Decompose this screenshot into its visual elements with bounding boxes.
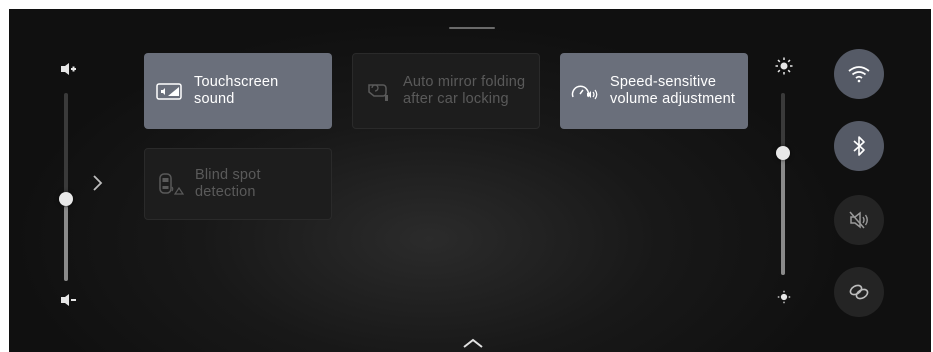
wifi-icon bbox=[848, 66, 870, 83]
volume-slider-thumb[interactable] bbox=[59, 192, 73, 206]
brightness-down-icon[interactable] bbox=[777, 290, 791, 304]
tile-speed-sensitive-volume[interactable]: Speed-sensitive volume adjustment bbox=[560, 53, 748, 129]
chevron-up-icon[interactable] bbox=[461, 337, 485, 349]
touchscreen-sound-icon bbox=[156, 83, 182, 100]
tile-blind-spot-detection[interactable]: Blind spot detection bbox=[144, 148, 332, 220]
speaker-mute-icon bbox=[849, 211, 868, 229]
brightness-slider-track[interactable] bbox=[781, 93, 785, 275]
drag-handle[interactable] bbox=[449, 27, 495, 29]
volume-slider-fill bbox=[64, 206, 68, 281]
control-panel: Touchscreen sound Auto mirror folding af… bbox=[9, 9, 931, 352]
link-button[interactable] bbox=[834, 267, 884, 317]
link-icon bbox=[849, 284, 869, 300]
brightness-slider-thumb[interactable] bbox=[776, 146, 790, 160]
blind-spot-icon bbox=[159, 173, 185, 195]
volume-slider-track[interactable] bbox=[64, 93, 68, 281]
tile-auto-mirror-folding[interactable]: Auto mirror folding after car locking bbox=[352, 53, 540, 129]
tile-label: Auto mirror folding after car locking bbox=[403, 74, 526, 107]
brightness-slider-fill bbox=[781, 153, 785, 275]
volume-up-icon[interactable] bbox=[60, 62, 76, 76]
speed-volume-icon bbox=[571, 85, 598, 100]
mirror-fold-icon bbox=[368, 84, 388, 101]
volume-down-icon[interactable] bbox=[60, 293, 76, 307]
brightness-up-icon[interactable] bbox=[775, 57, 793, 75]
bluetooth-button[interactable] bbox=[834, 121, 884, 171]
tile-label: Speed-sensitive volume adjustment bbox=[610, 74, 736, 107]
tile-label: Blind spot detection bbox=[195, 167, 261, 200]
tile-touchscreen-sound[interactable]: Touchscreen sound bbox=[144, 53, 332, 129]
bluetooth-icon bbox=[853, 136, 865, 156]
chevron-right-icon[interactable] bbox=[91, 173, 105, 193]
mute-button[interactable] bbox=[834, 195, 884, 245]
wifi-button[interactable] bbox=[834, 49, 884, 99]
tile-label: Touchscreen sound bbox=[194, 74, 279, 107]
